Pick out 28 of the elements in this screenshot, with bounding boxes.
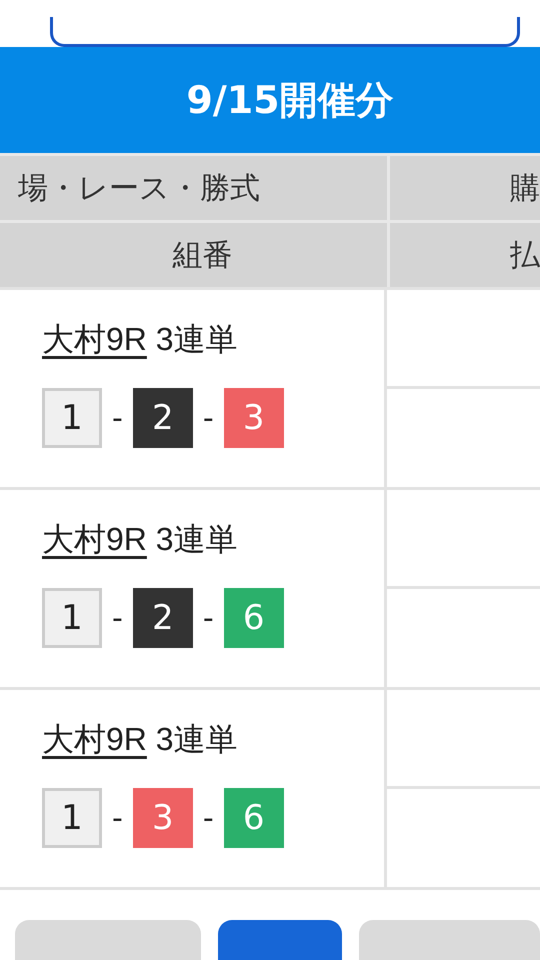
banner-title: 9/15開催分 bbox=[185, 76, 394, 124]
search-field[interactable] bbox=[50, 17, 520, 47]
race-link[interactable]: 大村9R bbox=[42, 721, 147, 757]
footer-button[interactable] bbox=[218, 920, 342, 960]
separator: - bbox=[112, 600, 123, 636]
race-title: 大村9R 3連単 bbox=[42, 720, 239, 759]
boat-number: 6 bbox=[224, 788, 284, 848]
boat-number: 1 bbox=[42, 788, 102, 848]
header-cell: 購 bbox=[390, 156, 540, 220]
boat-number: 1 bbox=[42, 388, 102, 448]
boat-number: 3 bbox=[132, 788, 193, 848]
race-link[interactable]: 大村9R bbox=[42, 521, 147, 557]
header-cell: 組番 bbox=[0, 223, 387, 287]
separator: - bbox=[202, 600, 214, 636]
separator: - bbox=[112, 400, 123, 436]
race-link[interactable]: 大村9R bbox=[42, 321, 147, 357]
separator: - bbox=[202, 800, 214, 836]
boat-number: 1 bbox=[42, 588, 102, 648]
boat-number: 2 bbox=[132, 588, 193, 648]
race-title: 大村9R 3連単 bbox=[42, 320, 239, 359]
race-title: 大村9R 3連単 bbox=[42, 520, 239, 559]
separator: - bbox=[202, 400, 214, 436]
boat-number: 2 bbox=[132, 388, 193, 448]
header-cell: 場・レース・勝式 bbox=[0, 156, 387, 220]
separator: - bbox=[112, 800, 123, 836]
boat-number: 3 bbox=[224, 388, 284, 448]
header-cell: 払 bbox=[390, 223, 540, 287]
boat-number: 6 bbox=[224, 588, 284, 648]
